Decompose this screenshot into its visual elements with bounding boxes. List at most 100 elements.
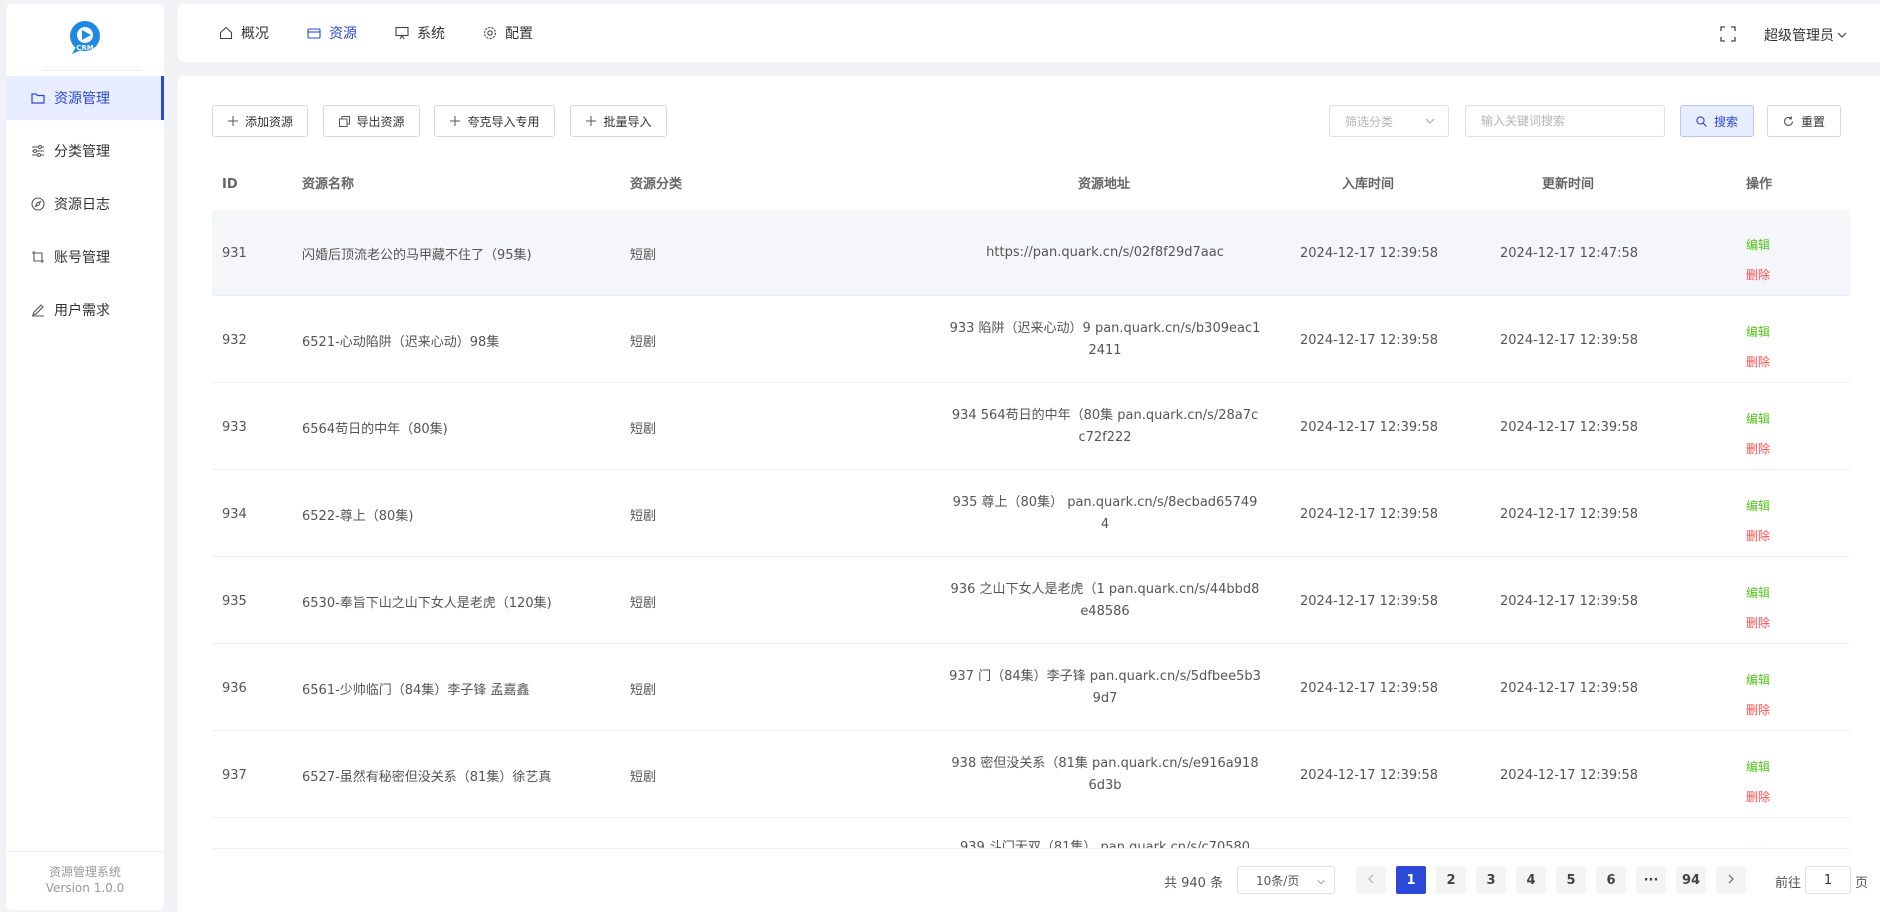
- user-menu[interactable]: 超级管理员: [1764, 25, 1848, 45]
- cell-created: 2024-12-17 12:39:58: [1300, 593, 1439, 609]
- cell-name: 6521-心动陷阱（迟来心动）98集: [302, 334, 500, 350]
- cell-url: 934 564苟日的中年（80集 pan.quark.cn/s/28a7cc72…: [951, 408, 1259, 445]
- cell-url: 939 斗门无双（81集） pan.quark.cn/s/c70580: [959, 840, 1251, 848]
- page-ellipsis-button[interactable]: ···: [1636, 866, 1666, 894]
- keyword-search-input[interactable]: [1465, 105, 1665, 137]
- prev-page-button[interactable]: [1356, 866, 1386, 894]
- cell-id: 936: [222, 680, 247, 696]
- delete-link[interactable]: 删除: [1746, 521, 1770, 551]
- delete-link[interactable]: 删除: [1746, 782, 1770, 812]
- edit-link[interactable]: 编辑: [1746, 317, 1770, 347]
- fullscreen-button[interactable]: [1720, 26, 1736, 46]
- sidebar-item-label: 分类管理: [54, 144, 110, 160]
- next-page-button[interactable]: [1716, 866, 1746, 894]
- page-button-5[interactable]: 5: [1556, 866, 1586, 894]
- wallet-icon: [306, 25, 322, 41]
- cell-created: 2024-12-17 12:39:58: [1300, 332, 1439, 348]
- table-row: 936 6561-少帅临门（84集）李子锋 孟嘉鑫 短剧 937 门（84集）李…: [212, 645, 1850, 731]
- edit-link[interactable]: 编辑: [1746, 578, 1770, 608]
- reset-button[interactable]: 重置: [1767, 105, 1841, 137]
- cell-created: 2024-12-17 12:39:58: [1300, 767, 1439, 783]
- delete-link[interactable]: 删除: [1746, 260, 1770, 290]
- tab-overview[interactable]: 概况: [218, 22, 269, 44]
- add-resource-button[interactable]: 添加资源: [212, 105, 308, 137]
- cell-category: 短剧: [630, 334, 657, 350]
- fullscreen-icon: [1720, 26, 1736, 46]
- search-button[interactable]: 搜索: [1680, 105, 1754, 137]
- cell-category: 短剧: [630, 769, 657, 785]
- header-category: 资源分类: [630, 177, 683, 192]
- quark-import-button[interactable]: 夸克导入专用: [434, 105, 555, 137]
- cell-updated: 2024-12-17 12:39:58: [1500, 332, 1639, 348]
- category-filter-select[interactable]: 筛选分类: [1329, 105, 1449, 137]
- cell-created: 2024-12-17 12:39:58: [1300, 419, 1439, 435]
- row-actions: 编辑 删除: [1746, 404, 1770, 464]
- edit-link[interactable]: 编辑: [1746, 230, 1770, 260]
- delete-link[interactable]: 删除: [1746, 608, 1770, 638]
- table-row: 935 6530-奉旨下山之山下女人是老虎（120集) 短剧 936 之山下女人…: [212, 558, 1850, 644]
- sidebar-item-account-manage[interactable]: 账号管理: [6, 235, 164, 279]
- tab-system[interactable]: 系统: [394, 22, 445, 44]
- delete-link[interactable]: 删除: [1746, 347, 1770, 377]
- table-row: 939 斗门无双（81集） pan.quark.cn/s/c70580 编辑: [212, 819, 1850, 848]
- plus-icon: [227, 115, 239, 127]
- goto-page-input[interactable]: [1805, 866, 1851, 894]
- batch-import-button[interactable]: 批量导入: [570, 105, 667, 137]
- table-row: 931 闪婚后顶流老公的马甲藏不住了（95集) 短剧 https://pan.q…: [212, 210, 1850, 296]
- page-button-1[interactable]: 1: [1396, 866, 1426, 894]
- edit-link[interactable]: 编辑: [1746, 839, 1770, 848]
- version-text: Version 1.0.0: [45, 881, 125, 895]
- tab-resource[interactable]: 资源: [306, 22, 357, 44]
- plus-icon: [585, 115, 597, 127]
- cell-name: 6564苟日的中年（80集): [302, 421, 448, 437]
- cell-name: 6527-虽然有秘密但没关系（81集）徐艺真: [302, 769, 552, 785]
- edit-link[interactable]: 编辑: [1746, 404, 1770, 434]
- cell-name: 6530-奉旨下山之山下女人是老虎（120集): [302, 595, 552, 611]
- cell-category: 短剧: [630, 508, 657, 524]
- table-row: 932 6521-心动陷阱（迟来心动）98集 短剧 933 陷阱（迟来心动）9 …: [212, 297, 1850, 383]
- cell-id: 934: [222, 506, 247, 522]
- edit-link[interactable]: 编辑: [1746, 752, 1770, 782]
- page-button-94[interactable]: 94: [1676, 866, 1706, 894]
- sidebar-item-resource-log[interactable]: 资源日志: [6, 182, 164, 226]
- user-name: 超级管理员: [1764, 28, 1834, 44]
- cell-updated: 2024-12-17 12:39:58: [1500, 680, 1639, 696]
- page-button-3[interactable]: 3: [1476, 866, 1506, 894]
- sidebar-item-user-demand[interactable]: 用户需求: [6, 288, 164, 332]
- logo-divider: [42, 70, 142, 71]
- chevron-down-icon: [1316, 876, 1326, 890]
- edit-link[interactable]: 编辑: [1746, 665, 1770, 695]
- header-url: 资源地址: [1078, 177, 1131, 192]
- monitor-icon: [394, 25, 410, 41]
- header-actions: 操作: [1746, 177, 1773, 192]
- cell-category: 短剧: [630, 595, 657, 611]
- cell-category: 短剧: [630, 421, 657, 437]
- page-button-6[interactable]: 6: [1596, 866, 1626, 894]
- crm-logo: CRM: [67, 20, 103, 56]
- cell-created: 2024-12-17 12:39:58: [1300, 506, 1439, 522]
- search-icon: [1696, 115, 1708, 127]
- delete-link[interactable]: 删除: [1746, 695, 1770, 725]
- cell-id: 932: [222, 332, 247, 348]
- edit-link[interactable]: 编辑: [1746, 491, 1770, 521]
- page-button-2[interactable]: 2: [1436, 866, 1466, 894]
- table-header: ID 资源名称 资源分类 资源地址 入库时间 更新时间 操作: [212, 160, 1850, 210]
- chevron-right-icon: [1726, 873, 1736, 888]
- page-size-select[interactable]: 10条/页: [1237, 866, 1335, 894]
- export-resource-button[interactable]: 导出资源: [323, 105, 420, 137]
- chevron-down-icon: [1836, 29, 1848, 41]
- sidebar-item-category-manage[interactable]: 分类管理: [6, 129, 164, 173]
- delete-link[interactable]: 删除: [1746, 434, 1770, 464]
- sidebar-item-resource-manage[interactable]: 资源管理: [6, 76, 164, 120]
- sidebar-item-label: 用户需求: [54, 303, 110, 319]
- page-button-4[interactable]: 4: [1516, 866, 1546, 894]
- cell-url: 935 尊上（80集） pan.quark.cn/s/8ecbad657494: [952, 495, 1258, 532]
- row-actions: 编辑 删除: [1746, 317, 1770, 377]
- table-scroll-edge: [212, 848, 1850, 849]
- cell-updated: 2024-12-17 12:39:58: [1500, 506, 1639, 522]
- tab-config[interactable]: 配置: [482, 22, 533, 44]
- cell-id: 937: [222, 767, 247, 783]
- table-row: 933 6564苟日的中年（80集) 短剧 934 564苟日的中年（80集 p…: [212, 384, 1850, 470]
- table-body: 931 闪婚后顶流老公的马甲藏不住了（95集) 短剧 https://pan.q…: [212, 210, 1850, 848]
- refresh-icon: [1783, 115, 1795, 127]
